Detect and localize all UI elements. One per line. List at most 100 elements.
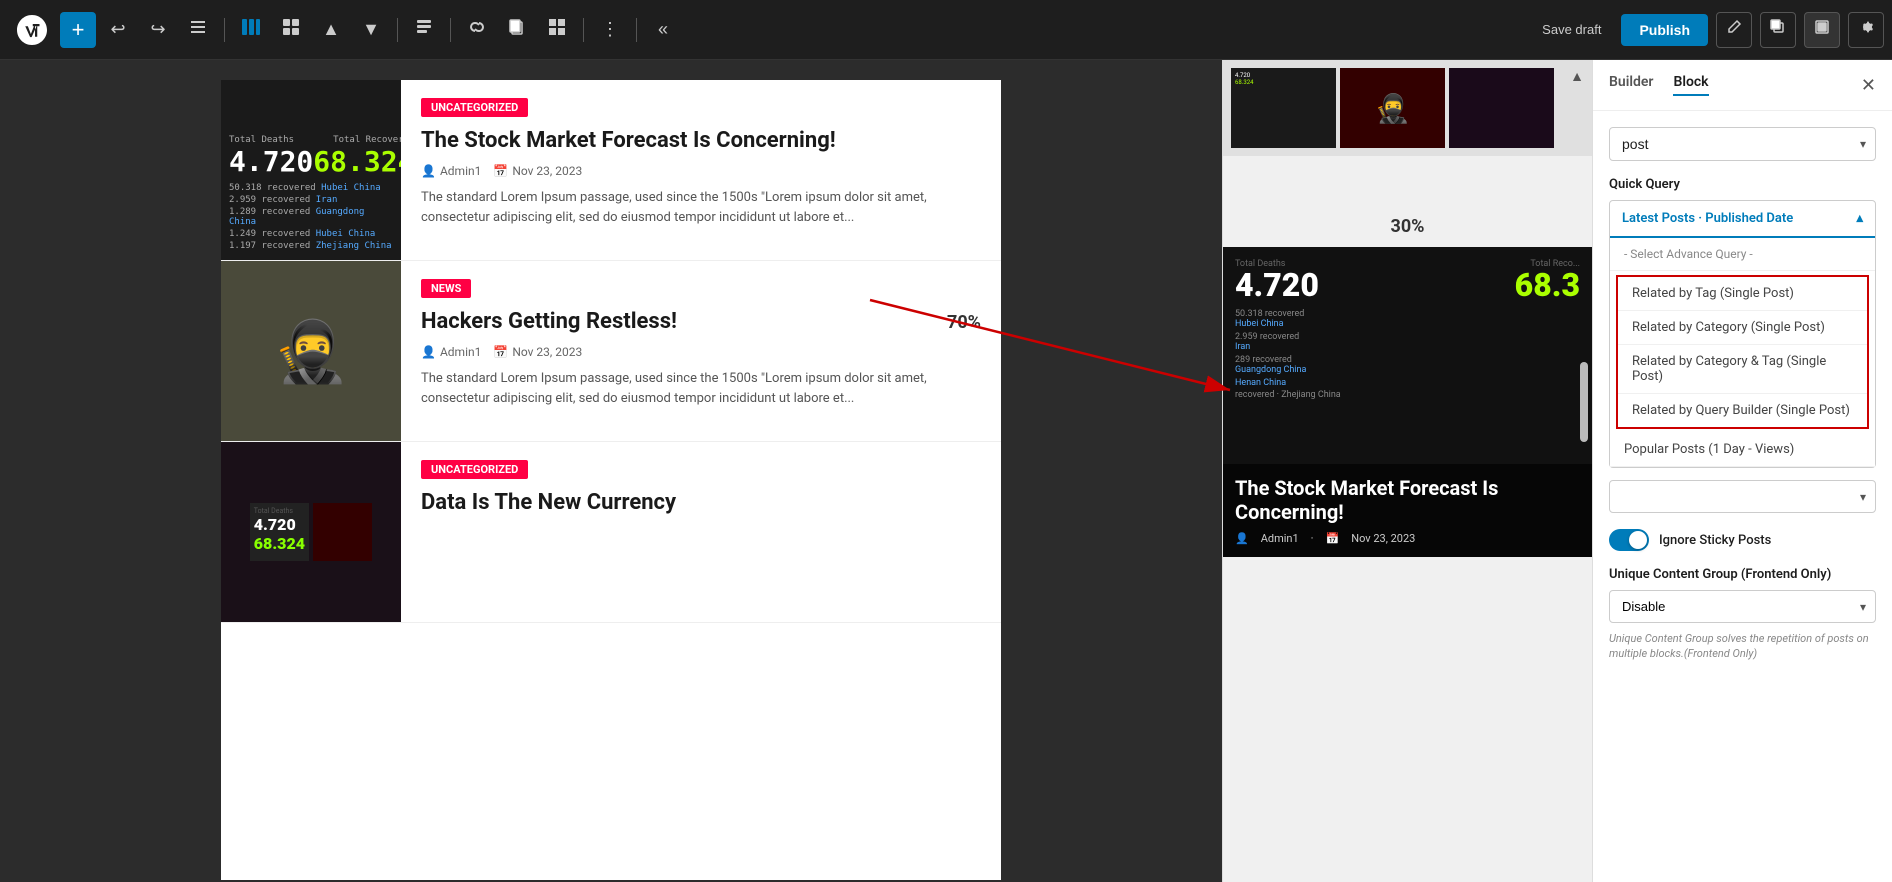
related-query-builder-option[interactable]: Related by Query Builder (Single Post) bbox=[1618, 394, 1867, 427]
ucg-section: Unique Content Group (Frontend Only) Dis… bbox=[1609, 567, 1876, 662]
move-up-button[interactable]: ▲ bbox=[313, 12, 349, 48]
block-nav-icon bbox=[282, 18, 300, 41]
more-options-button[interactable]: ⋮ bbox=[592, 12, 628, 48]
wordpress-logo[interactable] bbox=[8, 6, 56, 54]
post-date: 📅 Nov 23, 2023 bbox=[493, 345, 582, 359]
post-date: 📅 Nov 23, 2023 bbox=[493, 164, 582, 178]
ucg-helper-text: Unique Content Group solves the repetiti… bbox=[1609, 631, 1876, 662]
toggle-knob bbox=[1629, 531, 1647, 549]
post-title: Hackers Getting Restless! bbox=[421, 308, 677, 337]
post-thumbnail: Total Deaths 4.720 Total Recovered 68.32… bbox=[221, 80, 401, 260]
align-button[interactable] bbox=[406, 12, 442, 48]
copy-icon bbox=[508, 18, 526, 41]
quick-query-dropdown: Latest Posts · Published Date ▴ - Select… bbox=[1609, 200, 1876, 468]
post-content: News Hackers Getting Restless! 70% 👤 Adm… bbox=[401, 261, 1001, 441]
post-item: Total Deaths 4.720 Total Recovered 68.32… bbox=[221, 80, 1001, 261]
post-title: The Stock Market Forecast Is Concerning! bbox=[421, 127, 981, 156]
separator-5 bbox=[636, 18, 637, 42]
align-icon bbox=[415, 18, 433, 41]
copy-button[interactable] bbox=[499, 12, 535, 48]
link-icon bbox=[467, 17, 487, 42]
duplicate-icon bbox=[1770, 19, 1786, 40]
post-type-select[interactable]: post page custom bbox=[1609, 127, 1876, 161]
quick-query-label: Quick Query bbox=[1609, 177, 1876, 192]
post-content: Uncategorized Data Is The New Currency bbox=[401, 442, 1001, 622]
progress-percent: 30% bbox=[1391, 216, 1425, 237]
undo-button[interactable]: ↩ bbox=[100, 12, 136, 48]
quick-query-selected-text: Latest Posts · Published Date bbox=[1622, 211, 1793, 226]
hacker-image: 🥷 bbox=[221, 261, 401, 441]
column-view-button[interactable] bbox=[233, 12, 269, 48]
popular-posts-row: ▾ bbox=[1609, 480, 1876, 513]
advanced-query-group: Related by Tag (Single Post) Related by … bbox=[1616, 275, 1869, 429]
person-icon: 👤 bbox=[421, 164, 436, 178]
list-view-button[interactable] bbox=[180, 12, 216, 48]
grid-button[interactable] bbox=[539, 12, 575, 48]
big-author: Admin1 bbox=[1261, 532, 1299, 545]
block-nav-button[interactable] bbox=[273, 12, 309, 48]
editor-area: Total Deaths 4.720 Total Recovered 68.32… bbox=[0, 60, 1222, 882]
big-preview-overlay: The Stock Market Forecast Is Concerning!… bbox=[1223, 464, 1592, 557]
main-toolbar: + ↩ ↪ ▲ bbox=[0, 0, 1892, 60]
post-author: 👤 Admin1 bbox=[421, 164, 481, 178]
big-preview-title: The Stock Market Forecast Is Concerning! bbox=[1235, 476, 1580, 524]
duplicate-icon-button[interactable] bbox=[1760, 12, 1796, 48]
ignore-sticky-toggle[interactable] bbox=[1609, 529, 1649, 551]
edit-icon-button[interactable] bbox=[1716, 12, 1752, 48]
post-item: 🥷 News Hackers Getting Restless! 70% 👤 A… bbox=[221, 261, 1001, 442]
post-meta: 👤 Admin1 📅 Nov 23, 2023 bbox=[421, 164, 981, 178]
preview-scroll-up-button[interactable]: ▲ bbox=[1570, 68, 1584, 84]
fullscreen-button[interactable] bbox=[1804, 12, 1840, 48]
quick-query-options: - Select Advance Query - Related by Tag … bbox=[1610, 238, 1875, 467]
big-preview-meta: 👤 Admin1 · 📅 Nov 23, 2023 bbox=[1235, 532, 1580, 545]
preview-thumbs: 4.720 68.324 🥷 bbox=[1223, 60, 1592, 156]
popular-posts-option[interactable]: Popular Posts (1 Day - Views) bbox=[1610, 433, 1875, 467]
link-button[interactable] bbox=[459, 12, 495, 48]
ignore-sticky-label: Ignore Sticky Posts bbox=[1659, 533, 1771, 548]
preview-thumb-3 bbox=[1449, 68, 1554, 148]
ucg-label: Unique Content Group (Frontend Only) bbox=[1609, 567, 1876, 582]
advance-query-header: - Select Advance Query - bbox=[1610, 238, 1875, 271]
related-tag-option[interactable]: Related by Tag (Single Post) bbox=[1618, 277, 1867, 311]
post-thumbnail: Total Deaths 4.720 68.324 bbox=[221, 442, 401, 622]
post-item: Total Deaths 4.720 68.324 Uncategorized … bbox=[221, 442, 1001, 623]
collapse-icon: « bbox=[658, 19, 668, 40]
preview-progress-area: 30% bbox=[1223, 156, 1592, 247]
grid-icon bbox=[548, 18, 566, 41]
related-cat-tag-option[interactable]: Related by Category & Tag (Single Post) bbox=[1618, 345, 1867, 394]
redo-button[interactable]: ↪ bbox=[140, 12, 176, 48]
toolbar-right: Save draft Publish bbox=[1530, 12, 1884, 48]
collapse-button[interactable]: « bbox=[645, 12, 681, 48]
separator-1 bbox=[224, 18, 225, 42]
post-list: Total Deaths 4.720 Total Recovered 68.32… bbox=[221, 80, 1001, 880]
ucg-select[interactable]: Disable Enable bbox=[1609, 590, 1876, 623]
separator-4 bbox=[583, 18, 584, 42]
popular-posts-select[interactable] bbox=[1609, 480, 1876, 513]
publish-button[interactable]: Publish bbox=[1621, 14, 1708, 46]
tab-builder[interactable]: Builder bbox=[1609, 74, 1653, 96]
sidebar-tabs: Builder Block bbox=[1609, 74, 1709, 96]
post-author: 👤 Admin1 bbox=[421, 345, 481, 359]
move-down-button[interactable]: ▼ bbox=[353, 12, 389, 48]
preview-thumb-2: 🥷 bbox=[1340, 68, 1445, 148]
sidebar-close-button[interactable]: ✕ bbox=[1861, 75, 1876, 96]
close-icon: ✕ bbox=[1861, 75, 1876, 95]
save-draft-button[interactable]: Save draft bbox=[1530, 16, 1613, 43]
post-content: Uncategorized The Stock Market Forecast … bbox=[401, 80, 1001, 260]
up-arrow-icon: ▲ bbox=[322, 19, 340, 40]
settings-button[interactable] bbox=[1848, 12, 1884, 48]
sidebar-body: post page custom ▾ Quick Query Latest Po… bbox=[1593, 111, 1892, 882]
person-icon: 👤 bbox=[1235, 532, 1249, 545]
tab-block[interactable]: Block bbox=[1673, 74, 1708, 96]
settings-icon bbox=[1858, 19, 1874, 40]
quick-query-selected[interactable]: Latest Posts · Published Date ▴ bbox=[1610, 201, 1875, 238]
post-excerpt: The standard Lorem Ipsum passage, used s… bbox=[421, 369, 981, 411]
fullscreen-icon bbox=[1814, 19, 1830, 40]
undo-icon: ↩ bbox=[110, 19, 125, 40]
toolbar-left: + ↩ ↪ ▲ bbox=[8, 6, 1526, 54]
sidebar-panel: Builder Block ✕ post page custom ▾ Quick… bbox=[1592, 60, 1892, 882]
related-category-option[interactable]: Related by Category (Single Post) bbox=[1618, 311, 1867, 345]
edit-icon bbox=[1726, 19, 1742, 40]
add-block-button[interactable]: + bbox=[60, 12, 96, 48]
post-percent: 70% bbox=[947, 308, 981, 333]
